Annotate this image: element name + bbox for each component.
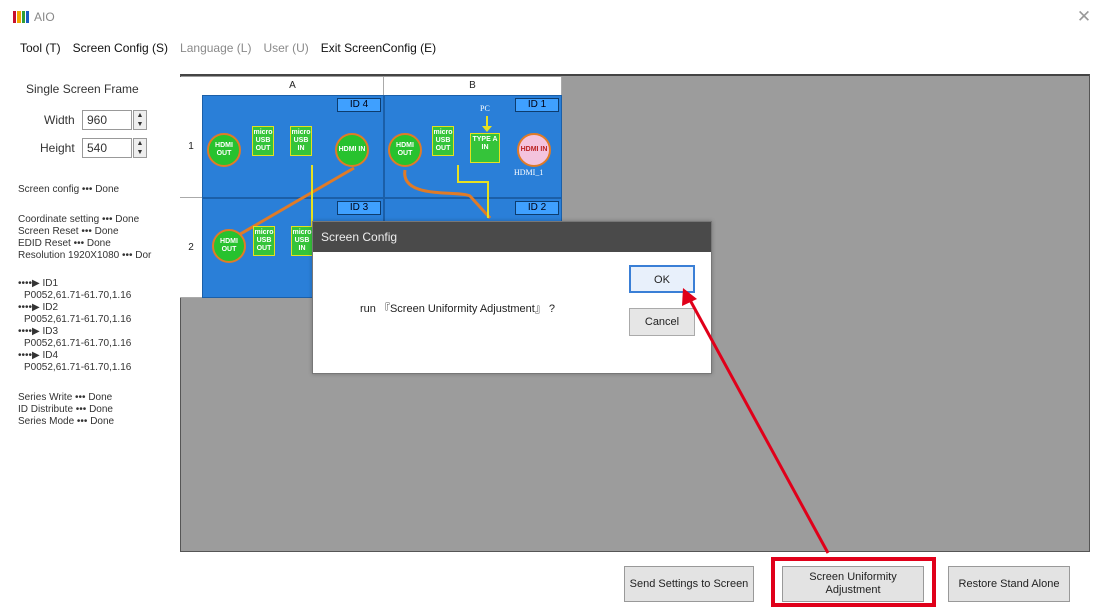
highlight-box <box>771 557 936 607</box>
log-line: ••••▶ ID1 <box>18 278 59 289</box>
width-spinner[interactable]: ▲ ▼ <box>133 110 147 130</box>
log-line: Coordinate setting ••• Done <box>18 214 140 225</box>
menu-exit-screen-config[interactable]: Exit ScreenConfig (E) <box>321 41 436 55</box>
width-label: Width <box>44 113 75 127</box>
height-row: Height 540 ▲ ▼ <box>0 138 178 160</box>
logo-bar-4 <box>25 11 29 23</box>
hdmi-out-port: HDMI OUT <box>212 229 246 263</box>
log-line: Resolution 1920X1080 ••• Dor <box>18 250 152 261</box>
close-icon[interactable]: ✕ <box>1073 6 1095 28</box>
log-line: Series Mode ••• Done <box>18 416 115 427</box>
log-line: P0052,61.71-61.70,1.16 <box>24 362 132 373</box>
dialog-message: run 『Screen Uniformity Adjustment』 ? <box>360 303 556 315</box>
single-screen-frame-title: Single Screen Frame <box>26 82 139 96</box>
micro-usb-out-port: micro USB OUT <box>253 226 275 256</box>
menu-tool[interactable]: Tool (T) <box>20 41 61 55</box>
id-badge: ID 3 <box>337 201 381 215</box>
app-logo-icon <box>13 11 29 23</box>
log-line: ••••▶ ID3 <box>18 326 59 337</box>
log-line: EDID Reset ••• Done <box>18 238 111 249</box>
log-line: Screen Reset ••• Done <box>18 226 119 237</box>
hdmi-in-port: HDMI IN <box>517 133 551 167</box>
id-badge: ID 4 <box>337 98 381 112</box>
log-line: ••••▶ ID2 <box>18 302 59 313</box>
row-header-2: 2 <box>180 198 202 298</box>
log-line: Series Write ••• Done <box>18 392 113 403</box>
restore-standalone-button[interactable]: Restore Stand Alone <box>948 566 1070 602</box>
log-line: P0052,61.71-61.70,1.16 <box>24 290 132 301</box>
send-settings-button[interactable]: Send Settings to Screen <box>624 566 754 602</box>
hdmi-out-port: HDMI OUT <box>388 133 422 167</box>
ok-button[interactable]: OK <box>629 265 695 293</box>
menu-language[interactable]: Language (L) <box>180 41 251 55</box>
type-a-in-port: TYPE A IN <box>470 133 500 163</box>
id-badge: ID 2 <box>515 201 559 215</box>
left-panel: Single Screen Frame Width 960 ▲ ▼ Height … <box>0 64 178 564</box>
log-line: P0052,61.71-61.70,1.16 <box>24 338 132 349</box>
menu-screen-config[interactable]: Screen Config (S) <box>73 41 168 55</box>
width-row: Width 960 ▲ ▼ <box>0 110 178 132</box>
log-line: P0052,61.71-61.70,1.16 <box>24 314 132 325</box>
grid-corner <box>180 77 202 95</box>
id-badge: ID 1 <box>515 98 559 112</box>
logo-bar-2 <box>17 11 21 23</box>
dialog-title: Screen Config <box>313 222 711 252</box>
height-label: Height <box>40 141 75 155</box>
height-spinner[interactable]: ▲ ▼ <box>133 138 147 158</box>
menu-bar: Tool (T) Screen Config (S) Language (L) … <box>0 36 448 60</box>
log-line: ID Distribute ••• Done <box>18 404 113 415</box>
window-title: AIO <box>34 10 55 24</box>
screen-config-dialog: Screen Config run 『Screen Uniformity Adj… <box>312 221 712 374</box>
logo-bar-1 <box>13 11 17 23</box>
micro-usb-in-port: micro USB IN <box>290 126 312 156</box>
logo-bar-3 <box>21 11 25 23</box>
row-header-1: 1 <box>180 95 202 198</box>
micro-usb-out-port: micro USB OUT <box>252 126 274 156</box>
log-line: ••••▶ ID4 <box>18 350 59 361</box>
title-bar: AIO ✕ <box>0 0 1103 34</box>
width-field[interactable]: 960 <box>82 110 132 130</box>
column-header-b: B <box>384 77 562 95</box>
log-line: Screen config ••• Done <box>18 184 120 195</box>
column-header-a: A <box>202 77 384 95</box>
cancel-button[interactable]: Cancel <box>629 308 695 336</box>
menu-user[interactable]: User (U) <box>263 41 308 55</box>
height-field[interactable]: 540 <box>82 138 132 158</box>
hdmi-out-port: HDMI OUT <box>207 133 241 167</box>
hdmi-in-port: HDMI IN <box>335 133 369 167</box>
micro-usb-out-port: micro USB OUT <box>432 126 454 156</box>
hdmi-1-label: HDMI_1 <box>514 168 544 177</box>
pc-label: PC <box>480 104 490 113</box>
micro-usb-in-port: micro USB IN <box>291 226 313 256</box>
